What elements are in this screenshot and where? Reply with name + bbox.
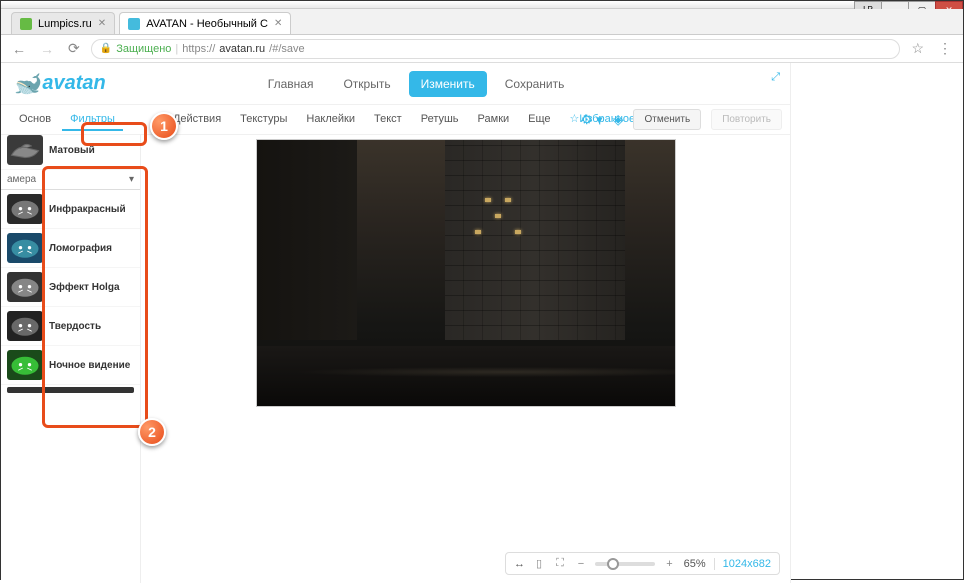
filter-label: Матовый xyxy=(49,145,95,156)
zoom-controls: ↔ ▯ ⛶ − + 65% 1024x682 xyxy=(505,552,780,575)
logo-text: avatan xyxy=(42,72,105,95)
tab-title: AVATAN - Необычный С xyxy=(146,18,268,30)
favicon-icon xyxy=(20,18,32,30)
filter-item[interactable]: Инфракрасный xyxy=(1,190,140,229)
filter-thumb xyxy=(7,311,43,341)
tab-frames[interactable]: Рамки xyxy=(470,109,518,131)
filter-item[interactable]: Твердость xyxy=(1,307,140,346)
chevron-down-icon: ▾ xyxy=(129,174,134,185)
tab-stickers[interactable]: Наклейки xyxy=(298,109,363,131)
scroll-h-icon[interactable]: ↔ xyxy=(514,558,525,570)
reload-icon[interactable]: ⟳ xyxy=(65,40,83,57)
annotation-marker-2: 2 xyxy=(138,418,166,446)
zoom-out-button[interactable]: − xyxy=(575,558,587,570)
filter-thumb-partial xyxy=(7,387,134,393)
filter-item[interactable]: Ломография xyxy=(1,229,140,268)
filter-label: Эффект Holga xyxy=(49,282,120,293)
settings-icon[interactable]: ⚙ ▾ xyxy=(581,112,603,128)
lock-icon: 🔒 xyxy=(100,43,112,54)
star-icon: ☆ xyxy=(570,113,580,125)
category-label: амера xyxy=(7,174,36,185)
close-tab-icon[interactable]: ✕ xyxy=(274,18,282,29)
workspace: Матовый амера ▾ Инфракрасный Ломография Эф… xyxy=(1,135,790,583)
browser-tabbar: Lumpics.ru ✕ AVATAN - Необычный С ✕ xyxy=(1,9,963,35)
filter-label: Инфракрасный xyxy=(49,204,126,215)
canvas-area: ↔ ▯ ⛶ − + 65% 1024x682 xyxy=(141,135,790,583)
forward-icon[interactable]: → xyxy=(37,41,57,57)
nav-save[interactable]: Сохранить xyxy=(493,71,577,97)
filter-item[interactable]: Эффект Holga xyxy=(1,268,140,307)
app-container: 🐋 avatan Главная Открыть Изменить Сохран… xyxy=(1,63,791,583)
nav-edit[interactable]: Изменить xyxy=(409,71,487,97)
filter-thumb xyxy=(7,350,43,380)
favicon-icon xyxy=(128,18,140,30)
main-nav: Главная Открыть Изменить Сохранить xyxy=(256,71,577,97)
tab-filters[interactable]: Фильтры xyxy=(62,109,123,131)
tab-basic[interactable]: Основ xyxy=(11,109,59,131)
image-canvas[interactable] xyxy=(256,139,676,407)
nav-open[interactable]: Открыть xyxy=(331,71,402,97)
fullscreen-icon[interactable]: ⛶ xyxy=(553,557,567,570)
back-icon[interactable]: ← xyxy=(9,41,29,57)
menu-icon[interactable]: ⋮ xyxy=(935,40,955,57)
filter-item[interactable]: Матовый xyxy=(1,135,140,170)
tab-textures[interactable]: Текстуры xyxy=(232,109,295,131)
browser-tab-lumpics[interactable]: Lumpics.ru ✕ xyxy=(11,12,115,34)
tab-retouch[interactable]: Ретушь xyxy=(413,109,467,131)
nav-home[interactable]: Главная xyxy=(256,71,326,97)
filter-thumb xyxy=(7,194,43,224)
logo-icon: 🐋 xyxy=(13,71,40,97)
fit-icon[interactable]: ▯ xyxy=(533,557,545,570)
filter-thumb xyxy=(7,135,43,165)
filter-item[interactable]: Ночное видение xyxy=(1,346,140,385)
filter-label: Ломография xyxy=(49,243,112,254)
app-header: 🐋 avatan Главная Открыть Изменить Сохран… xyxy=(1,63,790,105)
expand-icon[interactable]: ⤢ xyxy=(771,71,780,84)
filter-thumb xyxy=(7,233,43,263)
url-field[interactable]: 🔒 Защищено | https://avatan.ru/#/save xyxy=(91,39,901,59)
window-titlebar: LP — ▢ ✕ xyxy=(1,1,963,9)
bookmark-icon[interactable]: ☆ xyxy=(908,40,927,57)
url-path: /#/save xyxy=(269,43,304,55)
layers-icon[interactable]: ◈ xyxy=(613,111,624,128)
toolbar: Основ Фильтры Действия Текстуры Наклейки… xyxy=(1,105,790,135)
redo-button: Повторить xyxy=(711,109,782,130)
browser-tab-avatan[interactable]: AVATAN - Необычный С ✕ xyxy=(119,12,291,34)
tab-text[interactable]: Текст xyxy=(366,109,410,131)
url-host: avatan.ru xyxy=(219,43,265,55)
zoom-in-button[interactable]: + xyxy=(663,558,675,570)
zoom-slider[interactable] xyxy=(595,562,655,566)
image-dimensions: 1024x682 xyxy=(714,558,771,570)
logo[interactable]: 🐋 avatan xyxy=(13,71,106,97)
category-header[interactable]: амера ▾ xyxy=(1,170,140,190)
filter-sidebar: Матовый амера ▾ Инфракрасный Ломография Эф… xyxy=(1,135,141,583)
url-prefix: https:// xyxy=(182,43,215,55)
undo-button[interactable]: Отменить xyxy=(633,109,701,130)
secure-label: Защищено xyxy=(116,43,171,55)
filter-label: Ночное видение xyxy=(49,360,130,371)
filter-label: Твердость xyxy=(49,321,101,332)
tab-more[interactable]: Еще xyxy=(520,109,558,131)
address-bar: ← → ⟳ 🔒 Защищено | https://avatan.ru/#/s… xyxy=(1,35,963,63)
annotation-marker-1: 1 xyxy=(150,112,178,140)
tab-title: Lumpics.ru xyxy=(38,18,92,30)
filter-thumb xyxy=(7,272,43,302)
zoom-percent: 65% xyxy=(684,558,706,570)
close-tab-icon[interactable]: ✕ xyxy=(98,18,106,29)
